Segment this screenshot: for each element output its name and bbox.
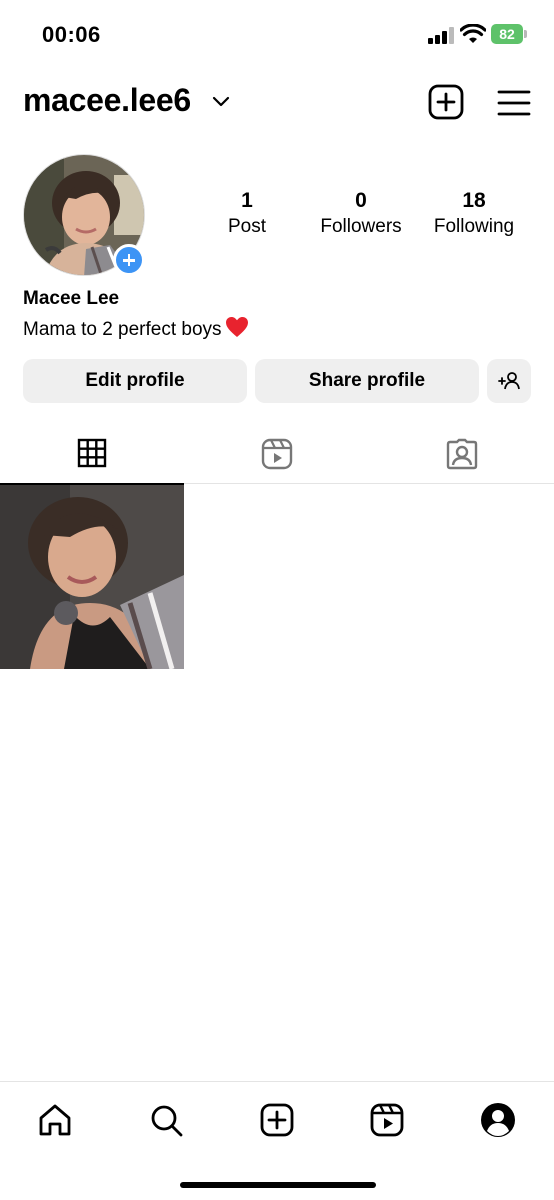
- edit-profile-button[interactable]: Edit profile: [23, 359, 247, 403]
- battery-charging-icon: 82: [491, 24, 527, 44]
- display-name: Macee Lee: [23, 288, 120, 309]
- heart-icon: [225, 317, 248, 337]
- account-username[interactable]: macee.lee6: [23, 82, 191, 119]
- bio-text: Mama to 2 perfect boys: [23, 319, 222, 340]
- tab-grid[interactable]: [0, 430, 184, 485]
- cellular-signal-icon: [428, 26, 454, 44]
- create-post-icon[interactable]: [428, 84, 464, 120]
- stat-followers[interactable]: 0 Followers: [312, 188, 410, 240]
- discover-people-button[interactable]: [487, 359, 531, 403]
- battery-cap: [524, 30, 527, 38]
- profile-tabs: [0, 430, 554, 485]
- tab-tagged[interactable]: [370, 430, 554, 484]
- status-time: 00:06: [42, 22, 101, 47]
- home-indicator[interactable]: [180, 1182, 376, 1188]
- tagged-icon: [446, 438, 478, 470]
- profile-icon[interactable]: [478, 1100, 518, 1140]
- stat-posts[interactable]: 1 Post: [222, 188, 272, 240]
- add-user-icon: [498, 372, 520, 390]
- followers-label: Followers: [320, 216, 402, 237]
- stat-following[interactable]: 18 Following: [426, 188, 522, 240]
- chevron-down-icon[interactable]: [212, 96, 230, 108]
- search-icon[interactable]: [146, 1100, 186, 1140]
- wifi-icon: [460, 24, 486, 43]
- create-icon[interactable]: [257, 1100, 297, 1140]
- posts-count: 1: [241, 189, 253, 212]
- following-label: Following: [433, 216, 515, 237]
- profile-header: macee.lee6: [0, 78, 554, 130]
- reels-icon[interactable]: [367, 1100, 407, 1140]
- share-profile-button[interactable]: Share profile: [255, 359, 479, 403]
- status-bar: 00:06 82: [0, 0, 554, 70]
- following-count: 18: [462, 189, 486, 212]
- followers-count: 0: [355, 189, 367, 212]
- menu-icon[interactable]: [497, 88, 531, 118]
- battery-level: 82: [491, 24, 523, 44]
- post-thumbnail[interactable]: [0, 485, 184, 669]
- grid-icon: [77, 438, 107, 468]
- tab-reels[interactable]: [185, 430, 369, 484]
- bio: Mama to 2 perfect boys: [23, 315, 250, 341]
- profile-avatar[interactable]: [23, 154, 147, 278]
- home-icon[interactable]: [35, 1100, 75, 1140]
- add-story-button[interactable]: [113, 244, 145, 276]
- reels-icon: [261, 438, 293, 470]
- posts-label: Post: [227, 216, 267, 237]
